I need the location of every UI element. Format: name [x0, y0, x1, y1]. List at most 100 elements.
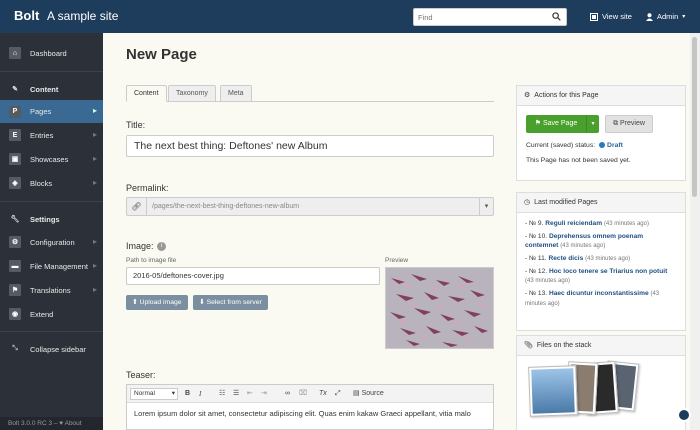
panel-header: ◷ Last modified Pages — [517, 193, 685, 213]
upload-image-button[interactable]: ⬆ Upload image — [126, 295, 188, 310]
sidebar-item-label: Extend — [30, 309, 54, 319]
cubes-icon: ◈ — [9, 177, 21, 189]
version-footer[interactable]: Bolt 3.0.0 RC 3 – ♥ About — [0, 417, 103, 430]
sidebar-divider — [0, 71, 103, 72]
wrench-icon: 🔧︎ — [10, 216, 20, 223]
panel-title: Actions for this Page — [534, 91, 599, 99]
sidebar-item-entries[interactable]: E Entries ▸ — [0, 124, 103, 146]
format-select-value: Normal — [134, 390, 155, 397]
item-number: № 11. — [529, 255, 547, 262]
image-path-field[interactable]: 2016-05/deftones-cover.jpg — [126, 267, 380, 285]
last-modified-panel: ◷ Last modified Pages - № 9. Reguli reic… — [516, 192, 686, 331]
tab-meta[interactable]: Meta — [220, 85, 252, 102]
cube-icon: ◉ — [9, 308, 21, 320]
sidebar-item-translations[interactable]: ⚑ Translations ▸ — [0, 279, 103, 301]
chevron-right-icon: ▸ — [92, 106, 97, 115]
cog-icon: ⚙ — [524, 91, 531, 99]
status-dot-icon — [599, 142, 606, 148]
cogs-icon: ⚙ — [9, 236, 21, 248]
remove-format-icon[interactable]: Tx — [319, 388, 327, 400]
item-ago: (43 minutes ago) — [585, 256, 631, 262]
link-icon: 🔗︎ — [127, 198, 147, 215]
outdent-icon[interactable]: ⇤ — [247, 388, 253, 400]
recent-page-link[interactable]: Recte dicis — [548, 255, 583, 262]
brand-logo[interactable]: Bolt — [14, 8, 39, 23]
item-number: № 10. — [529, 233, 548, 240]
content-tabs: Content Taxonomy Meta — [126, 85, 494, 102]
sidebar-item-showcases[interactable]: ▣ Showcases ▸ — [0, 148, 103, 170]
title-label: Title: — [126, 120, 146, 130]
sidebar-item-blocks[interactable]: ◈ Blocks ▸ — [0, 172, 103, 194]
teaser-editor[interactable]: Normal ▾ B I ☷ ☰ ⇤ ⇥ ∞ ⌧ Tx ⤢ ▤ Source L… — [126, 384, 494, 430]
sidebar: ⌂ Dashboard ✎ Content P Pages ▸ E Entrie… — [0, 33, 103, 430]
italic-icon[interactable]: I — [199, 388, 201, 400]
sidebar-item-extend[interactable]: ◉ Extend — [0, 303, 103, 325]
top-navbar: Bolt A sample site View site Admin ▾ — [0, 0, 700, 33]
title-field[interactable]: The next best thing: Deftones' new Album — [126, 135, 494, 157]
source-label: Source — [361, 390, 384, 397]
source-button[interactable]: ▤ Source — [353, 388, 384, 400]
sidebar-item-dashboard[interactable]: ⌂ Dashboard — [0, 42, 103, 64]
tab-content[interactable]: Content — [126, 85, 167, 102]
recent-page-link[interactable]: Reguli reiciendam — [545, 220, 602, 227]
format-select[interactable]: Normal ▾ — [130, 388, 178, 400]
collapse-sidebar-button[interactable]: ⤡ Collapse sidebar — [0, 338, 103, 360]
preview-button[interactable]: ⧉ Preview — [605, 115, 653, 133]
maximize-icon[interactable]: ⤢ — [335, 388, 341, 400]
numbered-list-icon[interactable]: ☷ — [219, 388, 225, 400]
pencil-icon: ✎ — [12, 86, 18, 93]
stack-file-thumbnail[interactable] — [528, 365, 578, 417]
save-page-main[interactable]: ⚑ Save Page — [526, 115, 586, 133]
search-input[interactable] — [414, 9, 544, 25]
sidebar-item-label: Pages — [30, 107, 52, 116]
help-icon[interactable] — [677, 408, 691, 422]
permalink-field[interactable]: 🔗︎ /pages/the-next-best-thing-deftones-n… — [126, 197, 494, 216]
link-icon[interactable]: ∞ — [285, 388, 290, 400]
teaser-text[interactable]: Lorem ipsum dolor sit amet, consectetur … — [127, 403, 493, 424]
select-from-server-button[interactable]: ⬇ Select from server — [193, 295, 268, 310]
view-site-link[interactable]: View site — [590, 12, 632, 21]
item-number: № 9. — [529, 220, 544, 227]
item-number: № 12. — [529, 268, 548, 275]
unlink-icon[interactable]: ⌧ — [299, 388, 307, 400]
scrollbar-thumb[interactable] — [692, 37, 697, 197]
indent-icon[interactable]: ⇥ — [261, 388, 267, 400]
save-options-caret-icon[interactable]: ▾ — [586, 115, 599, 133]
upload-icon: ⬆ — [132, 299, 138, 306]
scrollbar[interactable] — [690, 33, 700, 430]
item-ago: (43 minutes ago) — [560, 243, 606, 249]
search-box[interactable] — [413, 8, 567, 26]
source-icon: ▤ — [353, 390, 360, 397]
sidebar-item-configuration[interactable]: ⚙ Configuration ▸ — [0, 231, 103, 253]
sidebar-divider — [0, 331, 103, 332]
sidebar-divider — [0, 201, 103, 202]
view-site-label: View site — [602, 12, 632, 21]
info-icon[interactable]: i — [157, 242, 166, 251]
save-page-button[interactable]: ⚑ Save Page ▾ — [526, 115, 599, 133]
status-line: Current (saved) status: Draft — [526, 142, 623, 149]
sidebar-item-pages[interactable]: P Pages ▸ — [0, 100, 103, 123]
bulleted-list-icon[interactable]: ☰ — [233, 388, 239, 400]
recent-page-link[interactable]: Haec dicuntur inconstantissime — [549, 290, 649, 297]
sidebar-item-label: Showcases — [30, 154, 69, 164]
sidebar-heading-label: Content — [30, 84, 59, 94]
site-title[interactable]: A sample site — [47, 9, 118, 23]
sidebar-item-file-management[interactable]: ▬ File Management ▸ — [0, 255, 103, 277]
caret-down-icon[interactable]: ▾ — [479, 198, 493, 215]
sidebar-item-label: Dashboard — [30, 48, 67, 58]
preview-button-label: Preview — [620, 120, 645, 127]
permalink-label: Permalink: — [126, 183, 169, 193]
recent-page-link[interactable]: Hoc loco tenere se Triarius non potuit — [549, 268, 667, 275]
item-ago: (43 minutes ago) — [525, 278, 571, 284]
panel-title: Files on the stack — [536, 341, 592, 349]
search-icon[interactable] — [552, 12, 561, 21]
user-menu[interactable]: Admin ▾ — [646, 12, 685, 21]
sidebar-item-label: Entries — [30, 130, 54, 140]
pages-icon: P — [9, 105, 21, 118]
tab-taxonomy[interactable]: Taxonomy — [168, 85, 216, 102]
paperclip-icon: 📎︎ — [524, 341, 533, 349]
teaser-label: Teaser: — [126, 370, 156, 380]
flag-icon: ⚑ — [9, 284, 21, 296]
caret-down-icon: ▾ — [171, 390, 175, 397]
bold-icon[interactable]: B — [185, 388, 190, 400]
